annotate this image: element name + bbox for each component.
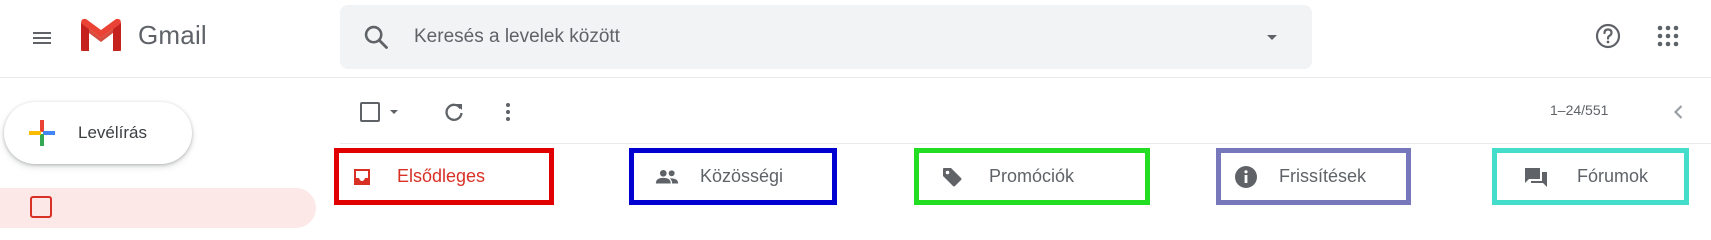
refresh-icon (445, 103, 463, 121)
app-name: Gmail (138, 19, 207, 50)
forum-icon (1523, 164, 1549, 190)
sidebar-item-inbox[interactable] (0, 188, 316, 228)
help-button[interactable] (1588, 16, 1628, 56)
more-vert-icon (506, 103, 510, 121)
select-all-checkbox[interactable] (360, 102, 380, 122)
tab-forums-label: Fórumok (1577, 166, 1649, 186)
newer-page-button[interactable] (1665, 98, 1693, 126)
tab-promotions-label: Promóciók (989, 166, 1075, 186)
inbox-icon (349, 164, 375, 190)
tab-promotions[interactable]: Promóciók (914, 148, 1150, 205)
tag-icon (939, 164, 965, 190)
compose-button[interactable]: Levélírás (4, 102, 192, 164)
search-icon[interactable] (362, 23, 390, 51)
tab-primary-label: Elsődleges (397, 166, 486, 186)
select-all-dropdown[interactable] (360, 98, 412, 126)
apps-grid-icon (1657, 25, 1679, 47)
toolbar-divider (340, 143, 1711, 144)
tab-updates[interactable]: Frissítések (1216, 148, 1411, 205)
info-icon (1233, 164, 1259, 190)
tab-primary[interactable]: Elsődleges (334, 148, 554, 205)
compose-plus-icon (29, 120, 55, 146)
mail-toolbar: 1–24/551 (340, 92, 1711, 132)
hamburger-menu-icon (33, 32, 51, 44)
search-options-button[interactable] (1258, 23, 1286, 51)
tab-forums[interactable]: Fórumok (1492, 148, 1689, 205)
top-header: Gmail (0, 0, 1711, 78)
google-apps-button[interactable] (1648, 16, 1688, 56)
more-actions-button[interactable] (494, 98, 522, 126)
inbox-icon (30, 196, 52, 218)
tab-social[interactable]: Közösségi (629, 148, 837, 205)
chevron-left-icon (1673, 105, 1683, 119)
tab-updates-label: Frissítések (1279, 166, 1367, 186)
compose-label: Levélírás (78, 123, 147, 142)
pagination-range: 1–24/551 (1550, 102, 1609, 118)
gmail-m-logo-icon (81, 18, 121, 51)
main-menu-button[interactable] (22, 18, 62, 58)
people-icon (654, 164, 680, 190)
gmail-logo[interactable]: Gmail (78, 17, 207, 53)
help-circle-icon (1595, 23, 1621, 49)
caret-down-icon (1267, 35, 1277, 40)
search-bar (340, 5, 1312, 69)
refresh-button[interactable] (440, 98, 468, 126)
caret-down-icon[interactable] (386, 104, 402, 120)
search-input[interactable] (414, 19, 1174, 55)
tab-social-label: Közösségi (700, 166, 784, 186)
